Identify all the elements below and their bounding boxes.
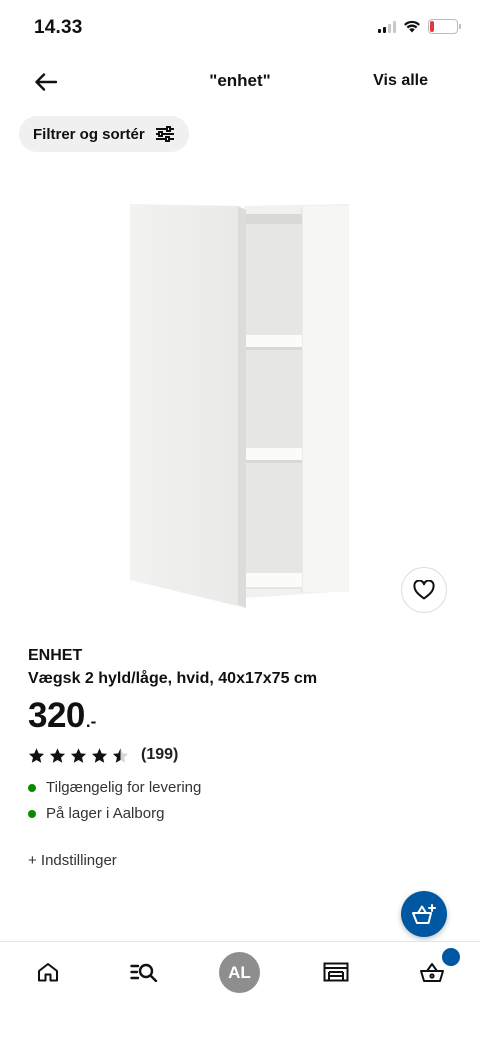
basket-badge-dot — [440, 946, 462, 968]
rating-stars — [28, 747, 129, 764]
rating-count: (199) — [141, 746, 179, 763]
home-icon — [38, 963, 58, 982]
cellular-signal-icon — [378, 20, 396, 33]
heart-icon — [413, 580, 435, 600]
availability-dot — [28, 783, 36, 792]
star-full-icon — [49, 747, 66, 763]
availability-dot — [28, 809, 36, 818]
product-description[interactable]: Vægsk 2 hyld/låge, hvid, 40x17x75 cm — [28, 670, 317, 688]
search-header: "enhet" Vis alle — [0, 58, 480, 104]
filter-sort-label: Filtrer og sortér — [33, 125, 145, 143]
favorite-button[interactable] — [401, 567, 447, 613]
battery-icon: 20 — [428, 19, 461, 34]
bottom-navigation: AL — [0, 941, 480, 1039]
basket-add-icon — [412, 904, 436, 924]
availability-delivery-text: Tilgængelig for levering — [46, 779, 202, 796]
star-full-icon — [28, 747, 45, 763]
status-indicators: 20 — [378, 19, 461, 34]
see-all-link[interactable]: Vis alle — [373, 72, 428, 90]
status-bar: 14.33 20 — [0, 0, 480, 56]
search-list-icon — [130, 963, 158, 982]
product-rating[interactable]: (199) — [28, 746, 178, 764]
store-icon — [323, 962, 349, 982]
sliders-icon — [155, 126, 174, 142]
battery-level — [430, 21, 434, 32]
price-integer: 320 — [28, 696, 85, 735]
product-price: 320 .- — [28, 696, 96, 736]
nav-profile-avatar[interactable]: AL — [219, 952, 260, 993]
availability-store: På lager i Aalborg — [28, 805, 164, 822]
wifi-icon — [404, 20, 420, 33]
star-full-icon — [70, 747, 87, 763]
battery-percent: 20 — [436, 20, 450, 33]
product-brand[interactable]: ENHET — [28, 647, 82, 665]
product-image[interactable] — [0, 168, 480, 628]
star-full-icon — [91, 747, 108, 763]
options-link[interactable]: + Indstillinger — [28, 852, 117, 869]
nav-search[interactable] — [120, 954, 168, 990]
add-to-basket-button[interactable] — [401, 891, 447, 937]
status-time: 14.33 — [34, 17, 83, 38]
nav-home[interactable] — [24, 954, 72, 990]
availability-store-text: På lager i Aalborg — [46, 805, 165, 822]
nav-store[interactable] — [312, 954, 360, 990]
price-suffix: .- — [85, 712, 97, 731]
filter-sort-button[interactable]: Filtrer og sortér — [19, 116, 189, 152]
basket-icon — [420, 963, 444, 982]
star-half-icon — [112, 747, 129, 763]
availability-delivery: Tilgængelig for levering — [28, 779, 201, 796]
